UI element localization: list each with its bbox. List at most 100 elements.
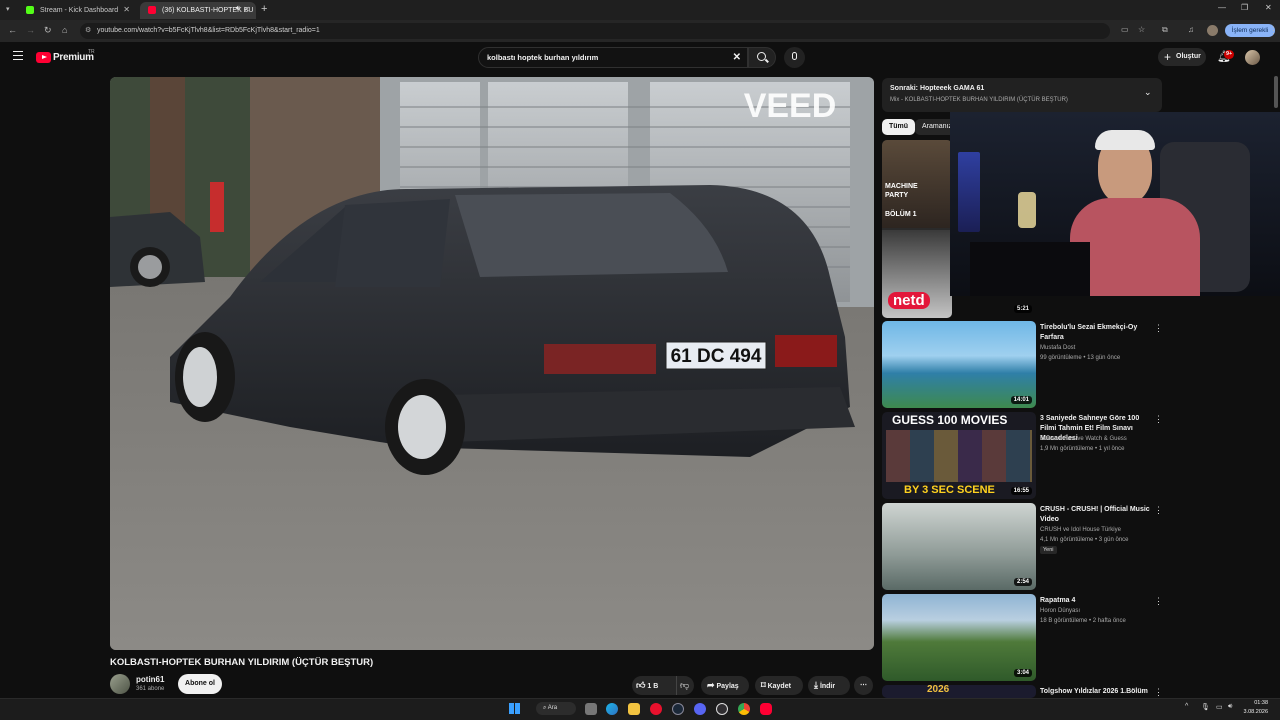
reload-icon[interactable]: ↻	[44, 25, 52, 36]
video-title: Tolgshow Yıldızlar 2026 1.Bölüm	[1040, 688, 1148, 695]
create-button[interactable]: + Oluştur	[1158, 48, 1206, 66]
list-item[interactable]: 2026 Tolgshow Yıldızlar 2026 1.Bölüm ⋮	[882, 685, 1172, 698]
video-meta: 4,1 Mn görüntüleme • 3 gün önce	[1040, 537, 1129, 543]
browser-menu-icon[interactable]: ⋮	[1269, 25, 1278, 36]
edge-icon[interactable]	[606, 703, 618, 715]
video-thumbnail[interactable]: 3:04	[882, 594, 1036, 681]
channel-name: CRUSH ve Idol House Türkiye	[1040, 527, 1121, 533]
clock-date[interactable]: 3.08.2026	[1238, 709, 1268, 715]
save-button[interactable]: ⌑ Kaydet	[755, 676, 803, 695]
cast-icon[interactable]: ▭	[1121, 25, 1129, 34]
back-icon[interactable]: ←	[8, 25, 17, 35]
windows-taskbar	[0, 698, 1280, 720]
video-thumbnail[interactable]: MACHINE PARTY BÖLÜM 1 netd	[882, 140, 952, 318]
account-avatar[interactable]	[1245, 50, 1260, 65]
browser-tab-bar: ▾ Stream - Kick Dashboard ✕ (36) KOLBAST…	[0, 0, 1280, 20]
more-options-icon[interactable]: ⋮	[1154, 596, 1163, 607]
like-button[interactable]: 👍︎ 1 B	[636, 676, 670, 695]
youtube-play-icon	[36, 52, 51, 63]
search-input[interactable]: kolbastı hoptek burhan yıldırım ✕	[478, 47, 748, 68]
subscribe-button[interactable]: Abone ol	[178, 674, 222, 694]
close-window-icon[interactable]: ✕	[1265, 3, 1272, 12]
voice-search-button[interactable]	[784, 47, 805, 68]
opera-icon[interactable]	[650, 703, 662, 715]
more-options-icon[interactable]: ⋮	[1154, 323, 1163, 334]
microphone-icon	[792, 52, 797, 60]
taskbar-search-label: Ara	[547, 705, 558, 711]
restore-icon[interactable]: ❐	[1241, 3, 1248, 12]
clear-search-icon[interactable]: ✕	[733, 48, 741, 67]
hamburger-menu-icon[interactable]	[13, 51, 23, 60]
close-tab-icon[interactable]: ✕	[123, 5, 130, 14]
home-icon[interactable]: ⌂	[62, 25, 67, 35]
taskbar-search[interactable]: ⌕ Ara	[536, 702, 576, 715]
windows-start-icon[interactable]	[509, 703, 520, 714]
profile-avatar[interactable]	[1207, 25, 1218, 36]
video-title: KOLBASTI-HOPTEK BURHAN YILDIRIM (ÜÇTÜR B…	[110, 657, 374, 668]
obs-icon[interactable]	[716, 703, 728, 715]
dislike-button[interactable]: 👎︎	[676, 676, 690, 695]
bookmark-star-icon[interactable]: ☆	[1138, 25, 1145, 34]
more-horizontal-icon: ⋯	[860, 682, 867, 689]
channel-name[interactable]: potin61	[136, 675, 164, 684]
speaker-icon[interactable]: 🔊︎	[236, 5, 240, 13]
video-thumbnail[interactable]: 2026	[882, 685, 1036, 698]
tab-list-icon[interactable]: ▾	[6, 5, 16, 15]
action-required-button[interactable]: İşlem gerekli	[1225, 24, 1275, 37]
media-icon[interactable]: ♫	[1188, 25, 1194, 34]
more-options-icon[interactable]: ⋮	[1154, 505, 1163, 516]
youtube-logo[interactable]: Premium TR	[36, 49, 126, 65]
video-player[interactable]: 61 DC 494 VEED	[110, 77, 874, 650]
more-actions-button[interactable]: ⋯	[854, 676, 873, 695]
more-options-icon[interactable]: ⋮	[1154, 687, 1163, 698]
steam-icon[interactable]	[672, 703, 684, 715]
up-next-panel[interactable]: Sonraki: Hopteeek GAMA 61 Mix - KOLBASTI…	[882, 78, 1162, 112]
video-duration: 2:54	[1013, 578, 1032, 586]
list-item[interactable]: 2:54 CRUSH - CRUSH! | Official Music Vid…	[882, 503, 1172, 591]
video-duration: 16:55	[1010, 487, 1032, 495]
close-tab-icon[interactable]: ✕	[243, 5, 250, 14]
minimize-icon[interactable]: —	[1218, 3, 1226, 12]
page-scrollbar[interactable]	[1274, 76, 1278, 108]
site-info-icon[interactable]: ⚙	[85, 23, 91, 39]
channel-avatar[interactable]	[110, 674, 130, 694]
list-item[interactable]: 14:01 Tirebolu'lu Sezai Ekmekçi-Oy Farfa…	[882, 321, 1172, 409]
tab-kick-dashboard[interactable]: Stream - Kick Dashboard ✕	[18, 2, 136, 19]
share-button[interactable]: ➦ Paylaş	[701, 676, 749, 695]
search-button[interactable]	[748, 47, 776, 68]
list-item[interactable]: 3:04 Rapatma 4 Horon Dünyası 18 B görünt…	[882, 594, 1172, 682]
download-label: İndir	[819, 683, 836, 690]
clock-time[interactable]: 01:38	[1244, 700, 1268, 706]
discord-icon[interactable]	[694, 703, 706, 715]
new-tab-button[interactable]: +	[261, 3, 267, 15]
kick-icon	[26, 6, 34, 14]
share-label: Paylaş	[716, 683, 739, 690]
volume-icon[interactable]: 🔊︎	[1228, 703, 1232, 711]
download-button[interactable]: ⤓ İndir	[808, 676, 850, 695]
video-thumbnail[interactable]: GUESS 100 MOVIES BY 3 SEC SCENE 16:55	[882, 412, 1036, 499]
video-thumbnail[interactable]: 14:01	[882, 321, 1036, 408]
thumb-year: 2026	[927, 685, 950, 695]
tray-chevron-icon[interactable]: ^	[1185, 703, 1188, 710]
channel-name: Horon Dünyası	[1040, 608, 1081, 614]
address-bar[interactable]: ⚙ youtube.com/watch?v=b5FcKjTlvh8&list=R…	[80, 23, 1110, 39]
more-options-icon[interactable]: ⋮	[1154, 414, 1163, 425]
file-explorer-icon[interactable]	[628, 703, 640, 715]
mic-tray-icon[interactable]: 🎙︎	[1201, 703, 1210, 711]
tab-youtube[interactable]: (36) KOLBASTI-HOPTEK BU 🔊︎ ✕	[140, 2, 256, 19]
extensions-icon[interactable]: ⧉	[1162, 25, 1168, 35]
youtube-app-icon[interactable]	[760, 703, 772, 715]
network-icon[interactable]: ▭	[1216, 703, 1223, 711]
video-meta: 99 görüntüleme • 13 gün önce	[1040, 355, 1121, 361]
video-thumbnail[interactable]: 2:54	[882, 503, 1036, 590]
chrome-icon[interactable]	[738, 703, 750, 715]
list-item[interactable]: GUESS 100 MOVIES BY 3 SEC SCENE 16:55 3 …	[882, 412, 1172, 500]
video-meta: 18 B görüntüleme • 2 hafta önce	[1040, 618, 1126, 624]
youtube-icon	[148, 6, 156, 14]
chip-all[interactable]: Tümü	[882, 119, 916, 135]
task-view-icon[interactable]	[585, 703, 597, 715]
create-label: Oluştur	[1176, 53, 1201, 60]
chevron-down-icon[interactable]: ⌄	[1144, 87, 1152, 98]
plus-icon: +	[1164, 50, 1172, 64]
forward-icon[interactable]: →	[26, 25, 35, 35]
